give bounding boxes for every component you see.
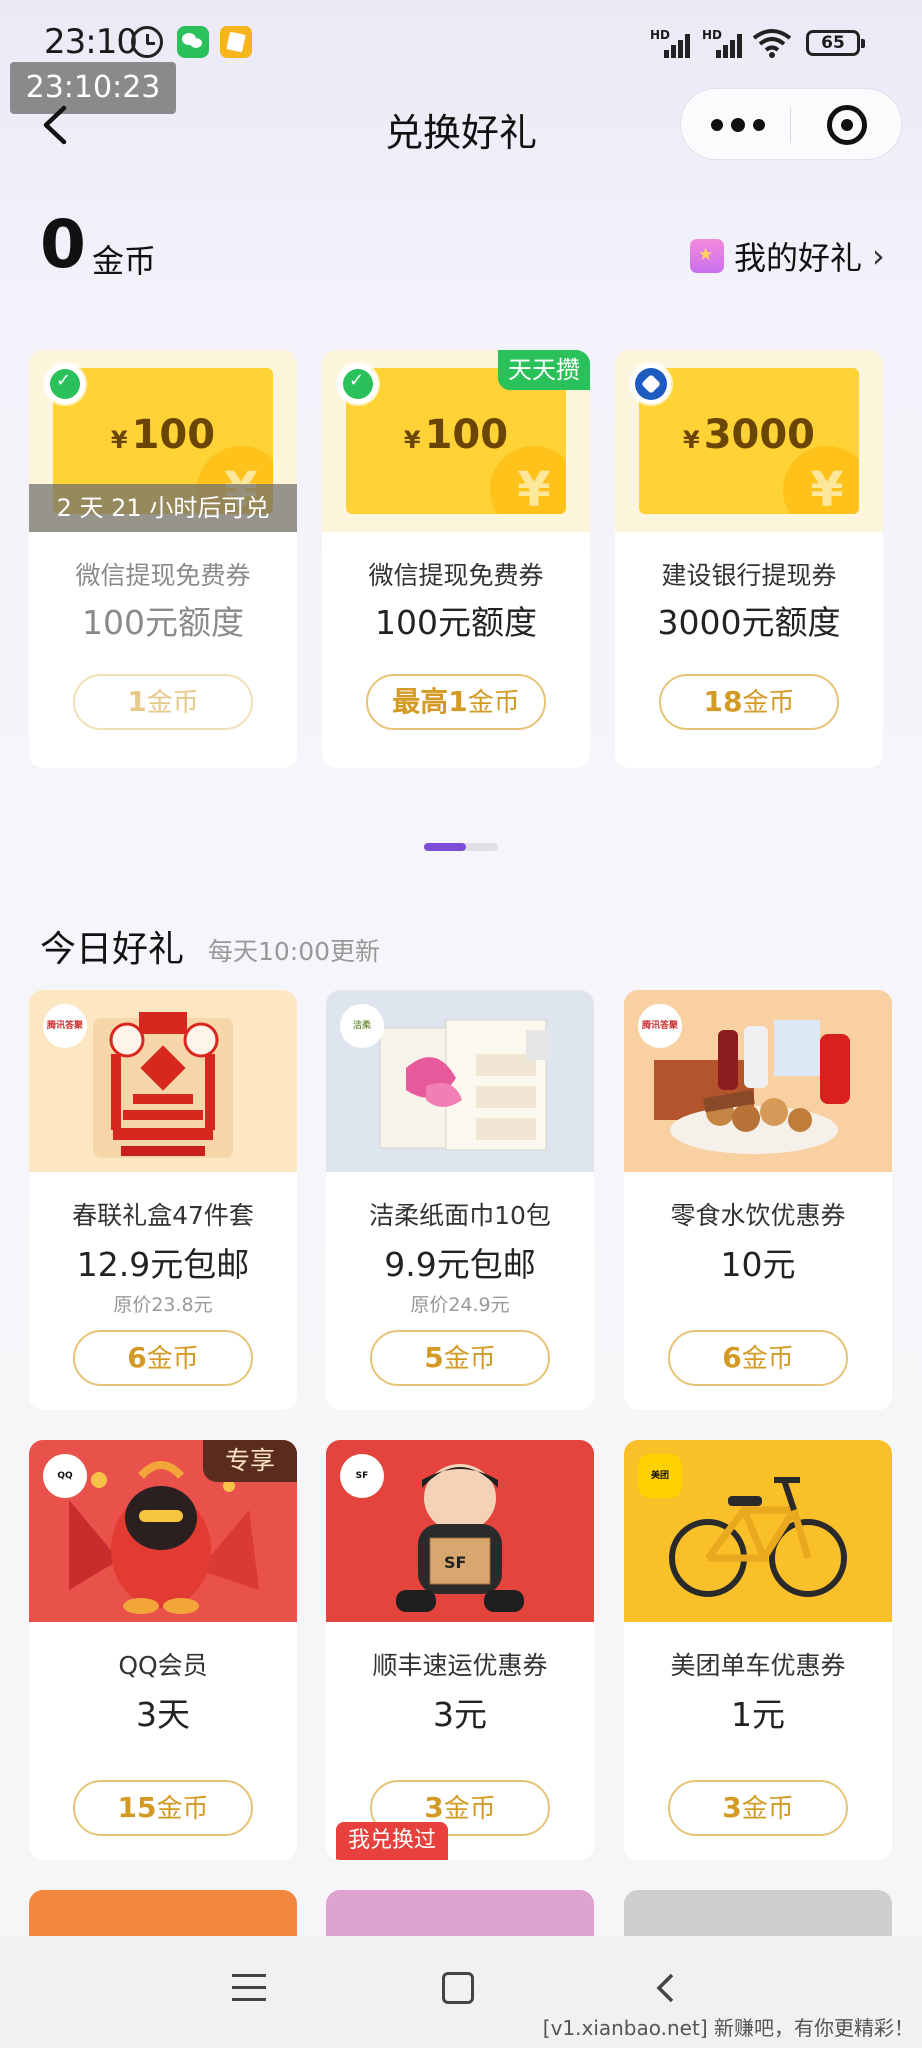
exclusive-tag: 专享 — [203, 1440, 297, 1482]
gift-price: 12.9元包邮 — [76, 1245, 250, 1284]
signal-icon: HD — [650, 28, 694, 58]
redeem-button[interactable]: 15金币 — [73, 1780, 253, 1836]
back-icon[interactable] — [654, 1972, 678, 2004]
watermark: [v1.xianbao.net] 新赚吧，有你更精彩！ — [542, 2016, 914, 2040]
voucher-quota: 100元额度 — [82, 603, 244, 642]
pager-active-dot — [424, 843, 466, 851]
gift-card[interactable]: 腾讯答聚 春联礼盒47件套 12.9元包邮 原价23.8元 6金币 — [29, 990, 297, 1410]
gift-card[interactable]: QQ 专享 QQ会员 3天 15金币 — [29, 1440, 297, 1860]
redeem-button[interactable]: 1金币 — [73, 674, 253, 730]
gift-name: QQ会员 — [118, 1651, 208, 1680]
redeemed-tag: 我兑换过 — [336, 1822, 449, 1860]
my-gifts-label: 我的好礼 — [734, 239, 863, 277]
wechat-icon — [45, 364, 85, 404]
wifi-icon — [752, 28, 792, 58]
voucher-card[interactable]: ¥100 天天攒 微信提现免费券 100元额度 最高1金币 — [322, 350, 590, 768]
gift-card[interactable]: 美团 美团单车优惠券 1元 3金币 — [624, 1440, 892, 1860]
voucher-amount: ¥3000 — [682, 412, 816, 458]
redeem-button[interactable]: 3金币 — [668, 1780, 848, 1836]
ccb-icon — [631, 364, 671, 404]
mini-program-capsule — [680, 88, 902, 160]
section-subtitle: 每天10:00更新 — [208, 937, 381, 966]
voucher-name: 微信提现免费券 — [368, 561, 544, 590]
gift-original-price: 原价23.8元 — [113, 1294, 213, 1316]
redeem-button[interactable]: 6金币 — [73, 1330, 253, 1386]
gift-name: 春联礼盒47件套 — [72, 1201, 254, 1230]
redeem-button[interactable]: 18金币 — [659, 674, 839, 730]
shop-logo: 洁柔 — [340, 1004, 384, 1048]
gift-price: 9.9元包邮 — [384, 1245, 536, 1284]
gift-original-price: 原价24.9元 — [410, 1294, 510, 1316]
gift-card[interactable]: SF SF 我兑换过 顺丰速运优惠券 3元 3金币 — [326, 1440, 594, 1860]
my-gifts-link[interactable]: 我的好礼 › — [690, 234, 885, 278]
gift-box-icon — [690, 239, 724, 273]
voucher-image: ¥100 天天攒 — [322, 350, 590, 532]
voucher-quota: 100元额度 — [375, 603, 537, 642]
gift-card[interactable]: 洁柔 洁柔纸面巾10包 9.9元包邮 原价24.9元 5金币 — [326, 990, 594, 1410]
menu-icon[interactable] — [232, 1974, 266, 2002]
carousel-pager — [424, 843, 498, 851]
shop-logo: 腾讯答聚 — [638, 1004, 682, 1048]
status-time: 23:10 — [44, 22, 138, 62]
gift-name: 美团单车优惠券 — [670, 1651, 846, 1680]
signal-icon: HD — [702, 28, 746, 58]
svg-text:SF: SF — [444, 1553, 466, 1572]
section-title: 今日好礼 — [40, 929, 185, 970]
voucher-name: 建设银行提现券 — [661, 561, 837, 590]
alarm-icon — [131, 26, 163, 58]
shop-logo: 美团 — [638, 1454, 682, 1498]
home-icon[interactable] — [442, 1972, 474, 2004]
gift-price: 1元 — [731, 1695, 785, 1734]
close-mini-program-icon[interactable] — [827, 105, 867, 145]
more-icon[interactable] — [711, 118, 767, 133]
redeem-button[interactable]: 5金币 — [370, 1330, 550, 1386]
voucher-amount: ¥100 — [403, 412, 509, 458]
voucher-image: ¥3000 — [615, 350, 883, 532]
gift-price: 3元 — [433, 1695, 487, 1734]
capsule-divider — [790, 107, 791, 143]
gift-name: 零食水饮优惠券 — [670, 1201, 846, 1230]
voucher-quota: 3000元额度 — [657, 603, 841, 642]
voucher-amount: ¥100 — [110, 412, 216, 458]
battery-icon: 65 — [806, 30, 865, 56]
voucher-card[interactable]: ¥3000 建设银行提现券 3000元额度 18金币 — [615, 350, 883, 768]
gift-name: 洁柔纸面巾10包 — [369, 1201, 551, 1230]
gift-price: 10元 — [720, 1245, 796, 1284]
redeem-button[interactable]: 6金币 — [668, 1330, 848, 1386]
gift-name: 顺丰速运优惠券 — [372, 1651, 548, 1680]
shop-logo: QQ — [43, 1454, 87, 1498]
wechat-notification-icon — [177, 26, 209, 58]
voucher-card[interactable]: ¥100 2 天 21 小时后可兑 微信提现免费券 100元额度 1金币 — [29, 350, 297, 768]
wechat-icon — [338, 364, 378, 404]
gift-card[interactable]: 腾讯答聚 零食水饮优惠券 10元 6金币 — [624, 990, 892, 1410]
notes-notification-icon — [220, 26, 252, 58]
gift-price: 3天 — [136, 1695, 190, 1734]
voucher-name: 微信提现免费券 — [75, 561, 251, 590]
countdown-strip: 2 天 21 小时后可兑 — [29, 484, 297, 532]
coin-label: 金币 — [92, 242, 157, 280]
voucher-image: ¥100 2 天 21 小时后可兑 — [29, 350, 297, 532]
shop-logo: 腾讯答聚 — [43, 1004, 87, 1048]
redeem-button[interactable]: 最高1金币 — [366, 674, 546, 730]
coin-count: 0 — [40, 206, 86, 283]
chevron-right-icon: › — [872, 237, 885, 275]
shop-logo: SF — [340, 1454, 384, 1498]
daily-save-tag: 天天攒 — [498, 350, 590, 390]
